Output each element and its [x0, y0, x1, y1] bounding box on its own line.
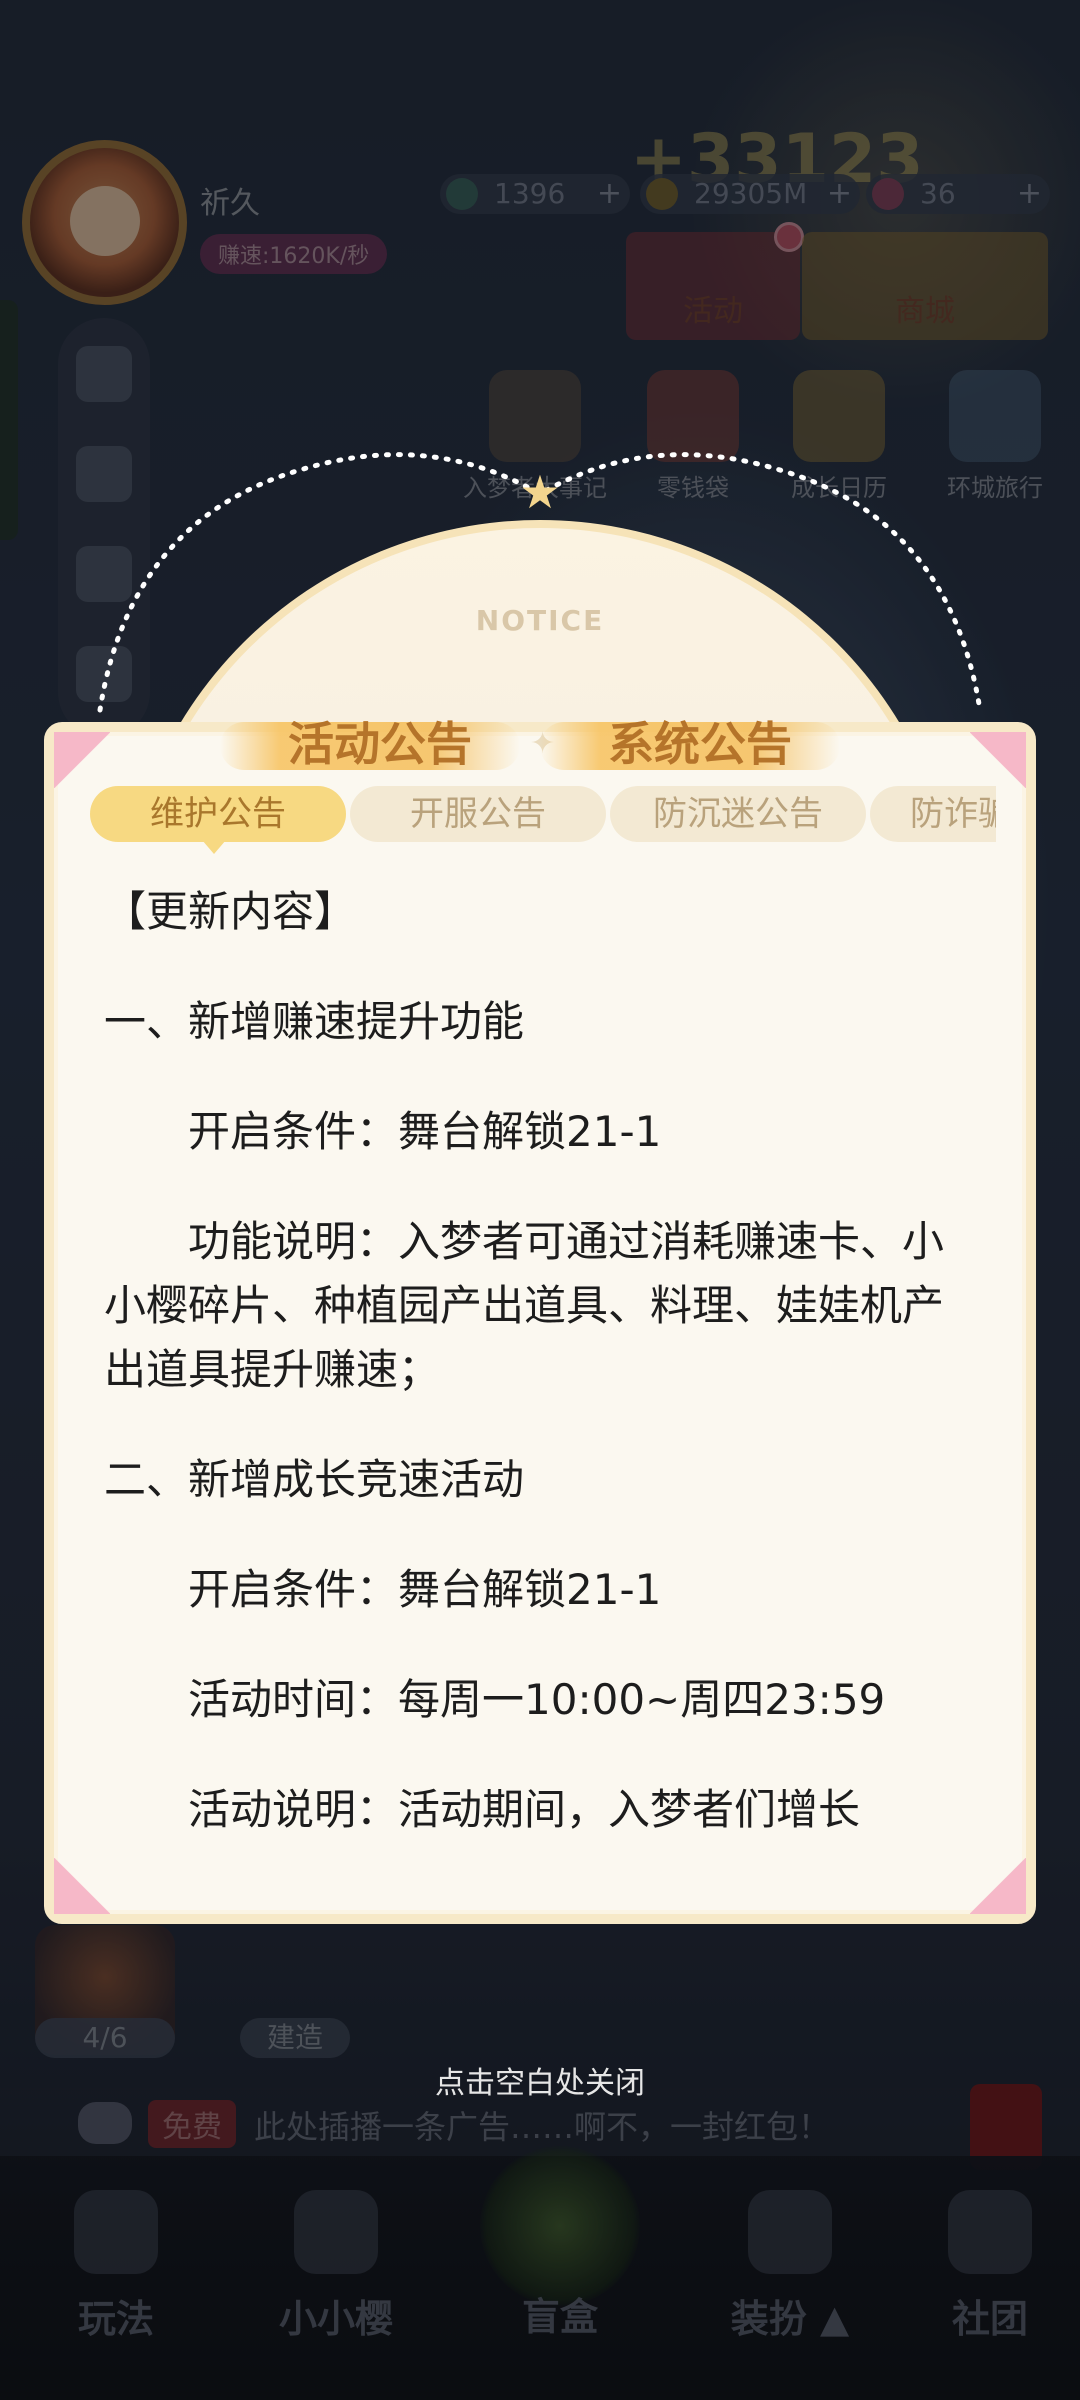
corner-decoration [970, 1858, 1026, 1914]
section1-title: 一、新增赚速提升功能 [104, 997, 525, 1046]
tab-system-notice[interactable]: 系统公告 [540, 704, 860, 784]
section1-description: 功能说明：入梦者可通过消耗赚速卡、小小樱碎片、种植园产出道具、料理、娃娃机产出道… [104, 1217, 945, 1394]
corner-decoration [970, 732, 1026, 788]
section2-title: 二、新增成长竞速活动 [104, 1455, 525, 1504]
subtab-strip[interactable]: 维护公告 开服公告 防沉迷公告 防诈骗 [90, 786, 996, 842]
corner-decoration [54, 1858, 110, 1914]
subtab-maintenance[interactable]: 维护公告 [90, 786, 346, 842]
subtab-anti-fraud[interactable]: 防诈骗 [870, 786, 996, 842]
notice-dialog: ★ NOTICE 活动公告 ✦ 系统公告 维护公告 开服公告 防沉迷公告 防诈骗… [0, 0, 1080, 2400]
content-heading: 【更新内容】 [104, 887, 357, 936]
section2-time: 活动时间：每周一10:00~周四23:59 [188, 1675, 886, 1724]
tab-label: 活动公告 [288, 717, 472, 771]
section2-condition: 开启条件：舞台解锁21-1 [188, 1565, 662, 1614]
section1-condition: 开启条件：舞台解锁21-1 [188, 1107, 662, 1156]
tab-label: 系统公告 [608, 717, 792, 771]
subtab-server-open[interactable]: 开服公告 [350, 786, 606, 842]
section2-description: 活动说明：活动期间，入梦者们增长 [188, 1785, 861, 1834]
star-icon: ★ [519, 465, 561, 519]
close-hint: 点击空白处关闭 [435, 2066, 645, 2101]
notice-content[interactable]: 【更新内容】 一、新增赚速提升功能 开启条件：舞台解锁21-1 功能说明：入梦者… [104, 880, 964, 1880]
corner-decoration [54, 732, 110, 788]
notice-title: NOTICE [475, 604, 605, 637]
tab-activity-notice[interactable]: 活动公告 [220, 704, 540, 784]
subtab-anti-addiction[interactable]: 防沉迷公告 [610, 786, 866, 842]
active-tab-pointer-icon [202, 840, 226, 854]
